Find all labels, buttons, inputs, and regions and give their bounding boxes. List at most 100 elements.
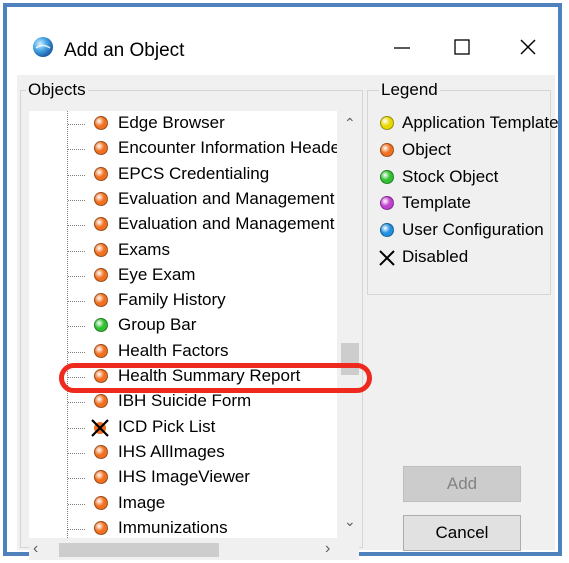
tree-item-label: IHS ImageViewer: [118, 467, 250, 487]
tree-item[interactable]: Image: [29, 492, 337, 517]
tree-item-label: Health Factors: [118, 340, 229, 360]
tree-item-label: Group Bar: [118, 315, 197, 335]
object-dot-icon: [94, 166, 108, 181]
tree-item[interactable]: Encounter Information Header: [29, 137, 337, 162]
dialog-client-area: Objects Edge Browser Encounter Informatio…: [17, 75, 559, 560]
tree-item[interactable]: Eye Exam: [29, 264, 337, 289]
tree-item[interactable]: Group Bar: [29, 314, 337, 339]
cancel-button[interactable]: Cancel: [403, 515, 521, 551]
object-dot-icon: [94, 520, 108, 535]
horizontal-scroll-thumb[interactable]: [59, 543, 219, 557]
maximize-button[interactable]: [439, 29, 485, 65]
minimize-icon: [394, 47, 410, 49]
tree-connector: [68, 301, 85, 303]
object-dot-icon: [94, 242, 108, 257]
object-dot-icon: [94, 191, 108, 206]
stock-dot-icon: [94, 318, 108, 333]
tree-item[interactable]: EPCS Credentialing: [29, 163, 337, 188]
legend-group: Legend Application Template Object Stock O…: [367, 80, 559, 295]
legend-item-label: Disabled: [402, 247, 469, 266]
scroll-up-icon[interactable]: ⌃: [344, 115, 356, 132]
title-bar: Add an Object: [7, 7, 558, 75]
minimize-button[interactable]: [379, 29, 425, 65]
disabled-x-icon: [379, 250, 395, 266]
tree-item[interactable]: Edge Browser: [29, 112, 337, 137]
app-globe-icon: [33, 37, 53, 57]
tree-item-label: Evaluation and Management (: [118, 214, 337, 234]
scroll-down-icon[interactable]: ⌄: [344, 513, 356, 530]
tree-item-label: Image: [118, 492, 166, 512]
tree-item-label: Evaluation and Management: [118, 188, 335, 208]
object-dot-icon: [94, 495, 108, 510]
legend-item-label: Application Template: [402, 113, 559, 132]
legend-item-label: Template: [402, 193, 471, 213]
legend-group-label: Legend: [379, 80, 440, 100]
tree-item-label: Immunizations: [118, 517, 228, 537]
template-dot-icon: [380, 196, 394, 211]
tree-item[interactable]: Immunizations: [29, 517, 337, 538]
object-dot-icon: [94, 267, 108, 282]
tree-connector: [68, 225, 85, 227]
tree-connector: [68, 427, 85, 429]
add-object-dialog: Add an Object Objects Edge Browser Encoun…: [3, 3, 562, 560]
tree-connector: [68, 452, 85, 454]
maximize-icon: [454, 39, 470, 55]
tree-item-label: Eye Exam: [118, 264, 196, 284]
tree-item-label: Encounter Information Header: [118, 138, 337, 158]
object-dot-icon: [94, 293, 108, 308]
add-button[interactable]: Add: [403, 466, 521, 502]
tree-item-label: ICD Pick List: [118, 416, 216, 436]
tree-connector: [68, 124, 85, 125]
window-title: Add an Object: [64, 40, 185, 61]
tree-item-label: Edge Browser: [118, 113, 225, 132]
highlight-callout: [59, 363, 372, 393]
stock-dot-icon: [380, 169, 394, 184]
scroll-left-icon[interactable]: ‹: [33, 540, 38, 558]
tree-item[interactable]: Family History: [29, 289, 337, 314]
object-dot-icon: [380, 142, 394, 157]
tree-item-label: Family History: [118, 290, 226, 310]
objects-group-label: Objects: [26, 80, 88, 100]
object-dot-icon: [94, 116, 108, 130]
tree-item-label: IBH Suicide Form: [118, 391, 252, 411]
tree-item[interactable]: Health Factors: [29, 340, 337, 365]
tree-connector: [68, 149, 85, 151]
object-dot-icon: [94, 394, 108, 409]
tree-item[interactable]: Evaluation and Management (: [29, 213, 337, 238]
tree-item[interactable]: Exams: [29, 239, 337, 264]
tree-item[interactable]: Evaluation and Management: [29, 188, 337, 213]
tree-item[interactable]: IHS AllImages: [29, 441, 337, 466]
tree-item-label: IHS AllImages: [118, 441, 225, 461]
close-icon: [520, 39, 536, 55]
object-dot-icon: [94, 444, 108, 459]
tree-connector: [68, 528, 85, 530]
scroll-right-icon[interactable]: ›: [325, 540, 330, 558]
tree-connector: [68, 275, 85, 277]
tree-connector: [68, 326, 85, 328]
tree-connector: [68, 503, 85, 505]
tree-item-label: EPCS Credentialing: [118, 163, 270, 183]
object-dot-icon: [94, 217, 108, 232]
legend-item-label: Stock Object: [402, 166, 499, 186]
user-config-dot-icon: [380, 223, 394, 238]
tree-connector: [68, 174, 85, 176]
object-dot-icon: [94, 141, 108, 156]
tree-item[interactable]: IBH Suicide Form: [29, 390, 337, 415]
tree-connector: [68, 478, 85, 480]
vertical-scrollbar[interactable]: ⌃ ⌄: [339, 113, 361, 537]
object-dot-icon: [94, 470, 108, 485]
tree-connector: [68, 402, 85, 404]
object-dot-icon: [94, 343, 108, 358]
disabled-x-icon: [91, 418, 109, 437]
objects-group: Objects Edge Browser Encounter Informatio…: [20, 80, 363, 560]
horizontal-scrollbar[interactable]: ‹ ›: [29, 540, 359, 560]
legend-item-label: Object: [402, 139, 452, 159]
tree-item[interactable]: IHS ImageViewer: [29, 466, 337, 491]
tree-item[interactable]: ICD Pick List: [29, 416, 337, 441]
app-template-dot-icon: [380, 116, 394, 130]
tree-connector: [68, 250, 85, 252]
tree-connector: [68, 199, 85, 201]
legend-item-label: User Configuration: [402, 220, 544, 240]
objects-tree[interactable]: Edge Browser Encounter Information Header…: [29, 111, 337, 538]
close-button[interactable]: [505, 29, 551, 65]
